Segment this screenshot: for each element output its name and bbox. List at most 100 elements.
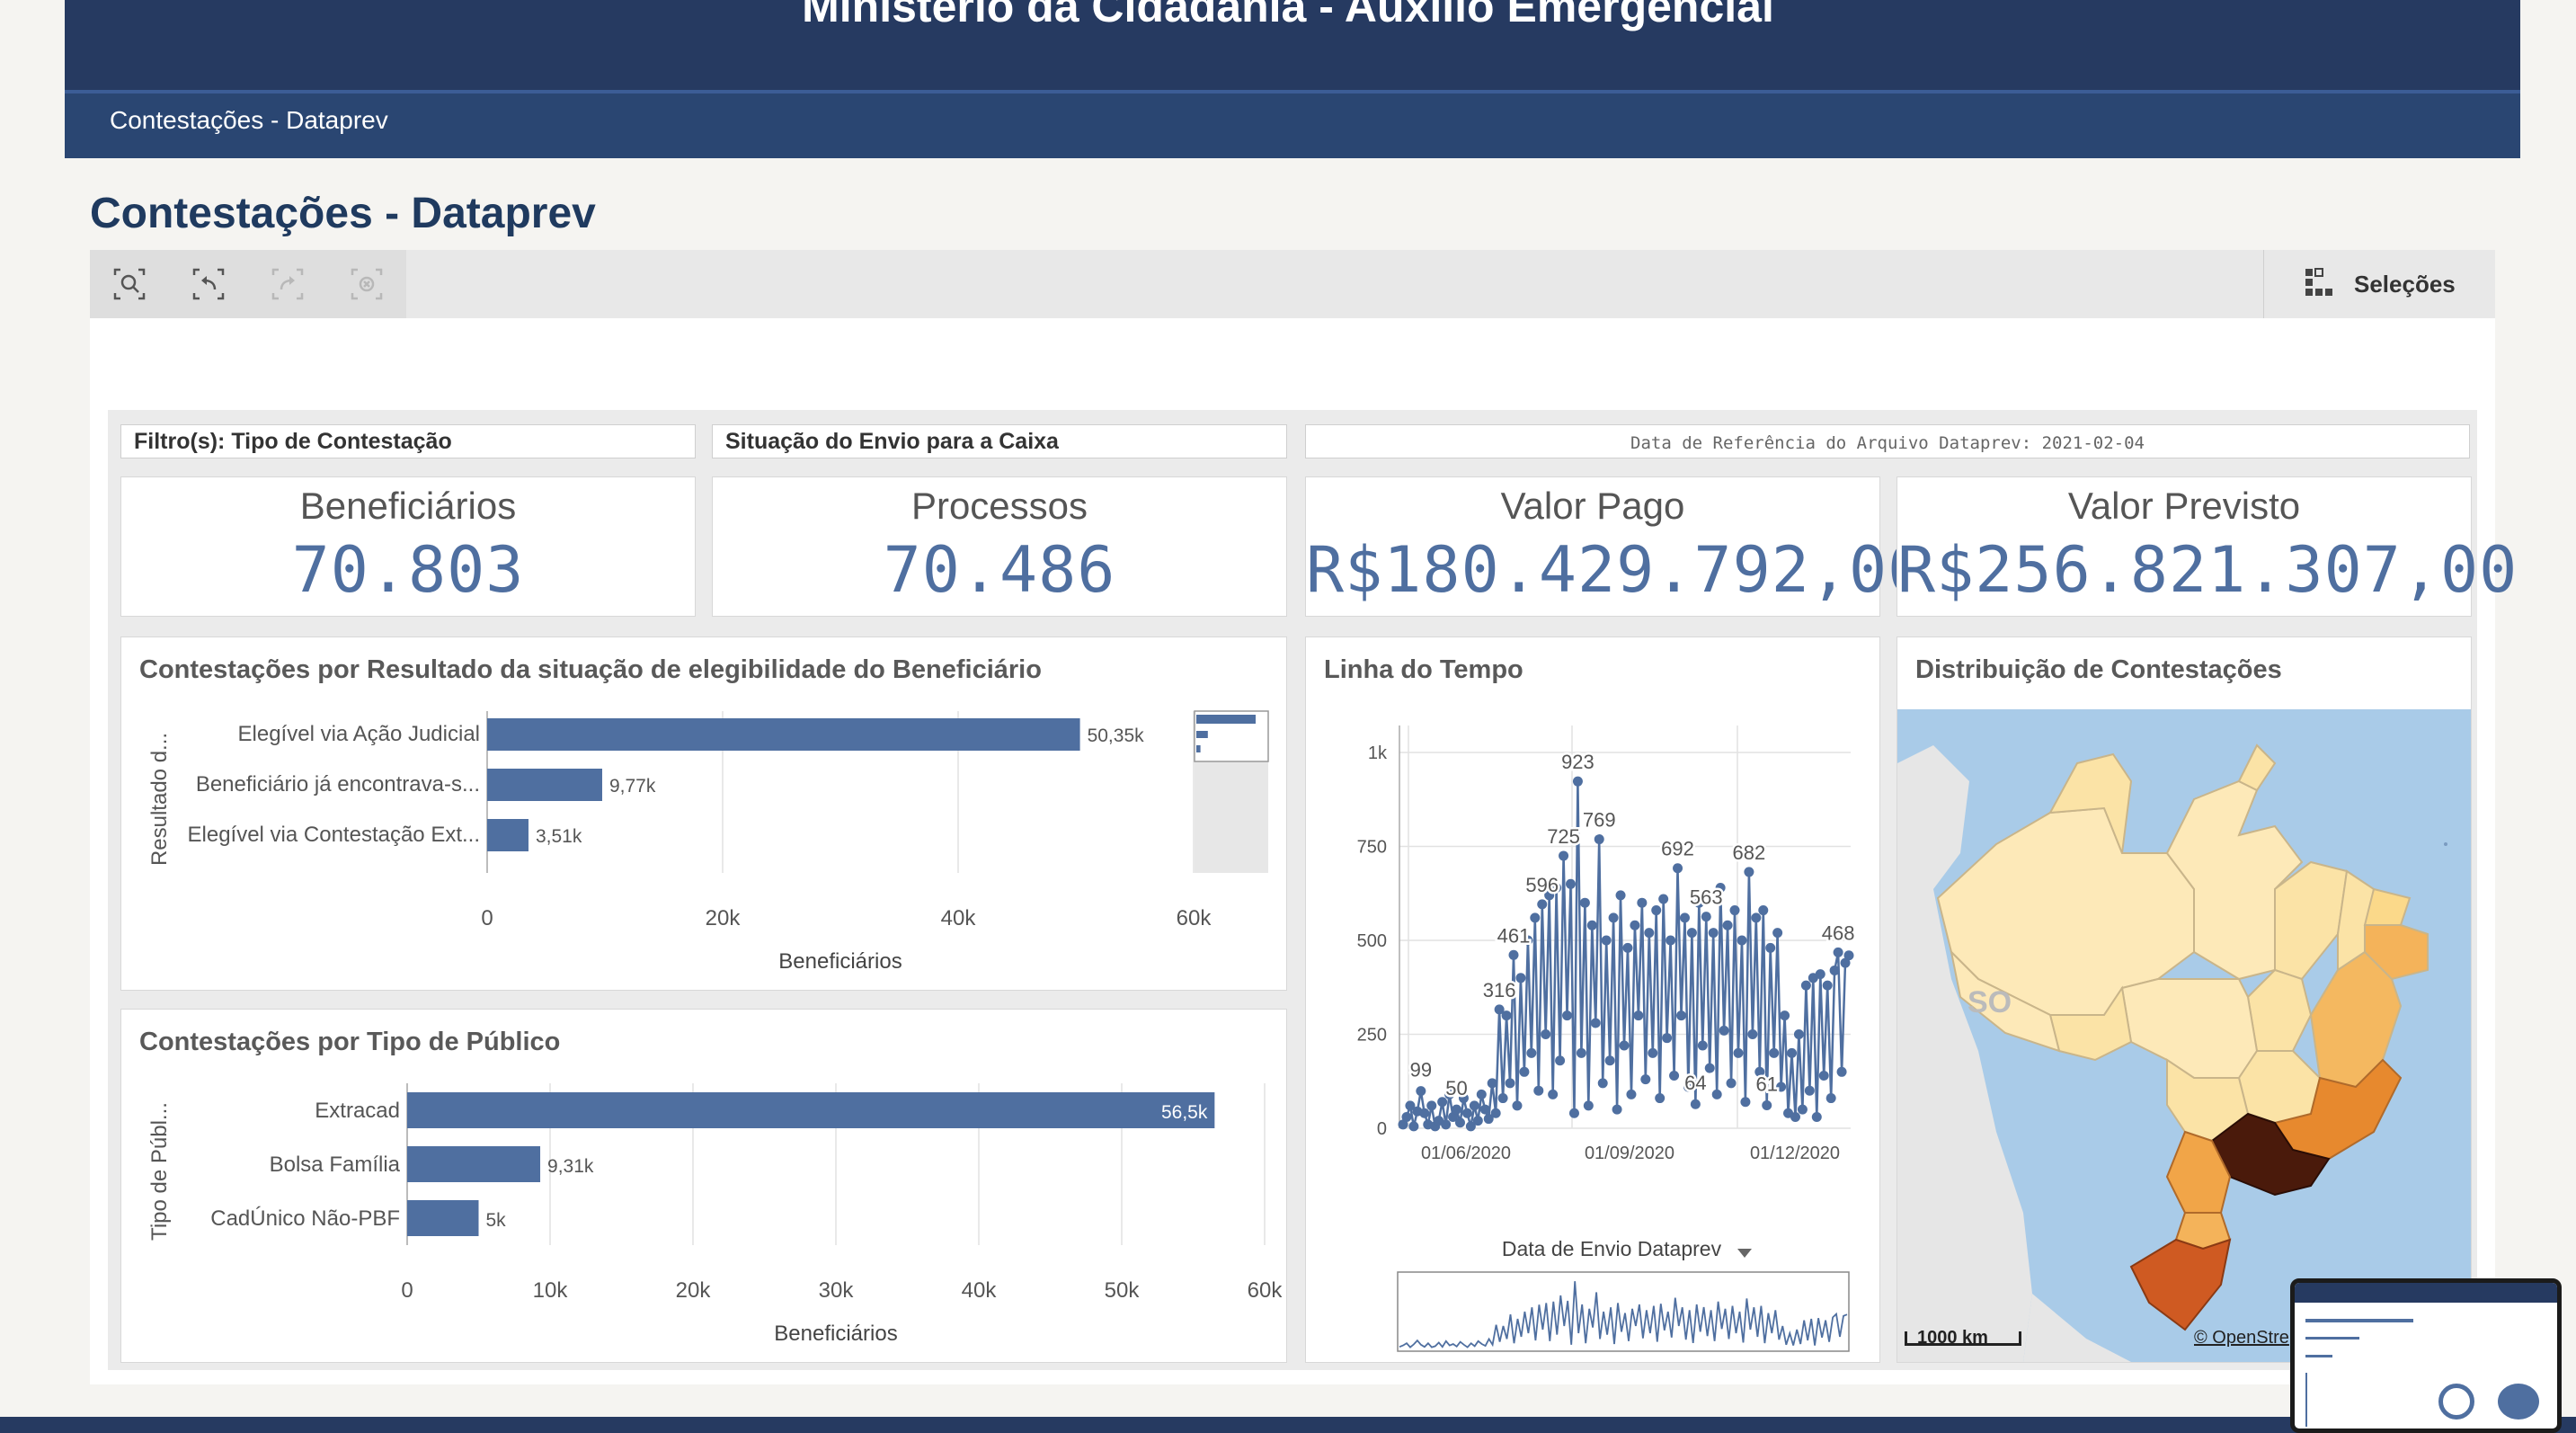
x-axis-title: Beneficiários [774,1322,897,1346]
chart-tipo-publico[interactable]: Contestações por Tipo de Público 0 10k 20k… [120,1009,1287,1363]
y-tick-label: 0 [1377,1119,1387,1139]
x-tick-label: 01/12/2020 [1750,1144,1840,1163]
kpi-beneficiarios[interactable]: Beneficiários 70.803 [120,476,696,617]
chart-resultado-elegibilidade[interactable]: Contestações por Resultado da situação d… [120,636,1287,991]
data-point [1579,897,1590,908]
data-point [1597,1078,1608,1089]
kpi-processos[interactable]: Processos 70.486 [712,476,1287,617]
data-label: 468 [1822,921,1855,944]
bar-chart-resultado[interactable]: 0 20k 40k 60k Elegível via Ação Judicial 50,3… [121,637,1286,990]
data-point [1751,912,1762,923]
data-point [1697,1040,1708,1051]
data-point [1612,1104,1622,1115]
data-label: 316 [1483,979,1516,1001]
kpi-title: Processos [910,485,1088,527]
data-point [1515,973,1526,984]
data-point [1568,1108,1579,1118]
data-point [1662,1033,1673,1044]
reference-date-label: Data de Referência do Arquivo Dataprev: … [1305,424,2470,458]
data-point [1490,1108,1501,1118]
data-point [1419,1108,1430,1118]
data-point [1622,942,1633,953]
x-tick-label: 10k [533,1278,569,1303]
data-point [1726,1078,1737,1089]
data-point [1533,1085,1544,1096]
map-attribution-link[interactable]: © OpenStre [2194,1328,2289,1348]
kpi-value: 70.486 [883,533,1116,607]
kpi-valor-pago[interactable]: Valor Pago R$180.429.792,00 [1305,476,1927,617]
data-point [1426,1100,1437,1111]
data-point [1512,1100,1523,1111]
page-title: Contestações - Dataprev [90,190,596,237]
selections-grid-icon [2304,267,2334,302]
selection-toolbar [90,250,2495,319]
kpi-valor-previsto[interactable]: Valor Previsto R$256.821.307,00 [1896,476,2517,617]
sheet-tab-label[interactable]: Contestações - Dataprev [110,106,388,135]
thumb-bar [2305,1319,2413,1322]
data-point [1765,942,1776,953]
data-point [1733,1047,1744,1058]
y-axis-title: Resultado d... [147,733,172,866]
kpi-title: Valor Previsto [2067,485,2301,527]
category-label: CadÚnico Não-PBF [210,1206,400,1231]
data-point [1836,1066,1847,1077]
smart-search-icon[interactable] [108,263,151,306]
kpi-value: R$180.429.792,00 [1306,533,1927,607]
step-back-icon[interactable] [187,263,230,306]
selections-label: Seleções [2354,270,2456,298]
data-label: 9,77k [609,776,656,797]
clear-selections-icon[interactable] [345,263,388,306]
map-distribuicao[interactable]: Distribuição de Contestações SO 1000 km … [1896,636,2472,1363]
kpi-value: 70.803 [291,533,525,607]
y-tick-label: 500 [1357,931,1387,951]
selections-button[interactable]: Seleções [2263,250,2495,318]
x-tick-label: 40k [941,906,977,930]
data-point [1537,899,1548,910]
data-point [1590,1018,1601,1028]
data-point [1541,1029,1551,1039]
data-point [1758,905,1769,916]
window-preview-thumbnail[interactable] [2290,1278,2562,1433]
data-point [1469,1100,1479,1111]
data-point [1505,1078,1515,1089]
data-point [1744,867,1754,877]
data-point [1719,1025,1729,1036]
data-label: 725 [1547,825,1580,848]
data-point [1669,1070,1680,1081]
chart-linha-do-tempo[interactable]: Linha do Tempo 0 250 500 750 1k 01/06/2020 01/… [1305,636,1880,1363]
minimap-bar [1196,745,1201,752]
kpi-title: Valor Pago [1500,485,1685,527]
data-label: 596 [1525,874,1559,896]
data-point [1526,1047,1537,1058]
data-point [1476,1089,1487,1099]
data-label: 99 [1410,1059,1432,1081]
x-axis-title: Data de Envio Dataprev [1502,1237,1722,1260]
data-point [1833,947,1843,957]
chart-title: Distribuição de Contestações [1915,655,2282,684]
data-point [1658,894,1669,904]
data-point [1583,1100,1594,1111]
brazil-choropleth-map[interactable]: SO [1897,709,2471,1362]
data-point [1769,1047,1780,1058]
data-point [1666,935,1676,946]
step-forward-icon[interactable] [266,263,309,306]
data-point [1737,935,1747,946]
app-title: Ministério da Cidadania - Auxílio Emerge… [802,0,1774,31]
x-tick-label: 40k [962,1278,998,1303]
data-point [1472,1116,1483,1126]
data-label: 682 [1733,841,1766,864]
filter-situacao-envio[interactable]: Situação do Envio para a Caixa [712,424,1287,458]
data-label: 56,5k [1161,1102,1208,1123]
filter-tipo-contestacao[interactable]: Filtro(s): Tipo de Contestação [120,424,696,458]
x-tick-label: 30k [819,1278,855,1303]
footer-bar [0,1417,2576,1433]
category-label: Elegível via Ação Judicial [238,722,480,746]
bar-chart-tipo-publico[interactable]: 0 10k 20k 30k 40k 50k 60k Extracad 56,5k Bolsa Fa… [121,1010,1286,1362]
data-point [1619,1040,1630,1051]
line-chart-timeline[interactable]: 0 250 500 750 1k 01/06/2020 01/09/2020 01/12/20… [1306,637,1879,1362]
data-point [1572,776,1583,787]
data-point [1648,1047,1658,1058]
x-tick-label: 20k [706,906,742,930]
data-point [1686,928,1697,939]
x-tick-label: 01/09/2020 [1585,1144,1674,1163]
